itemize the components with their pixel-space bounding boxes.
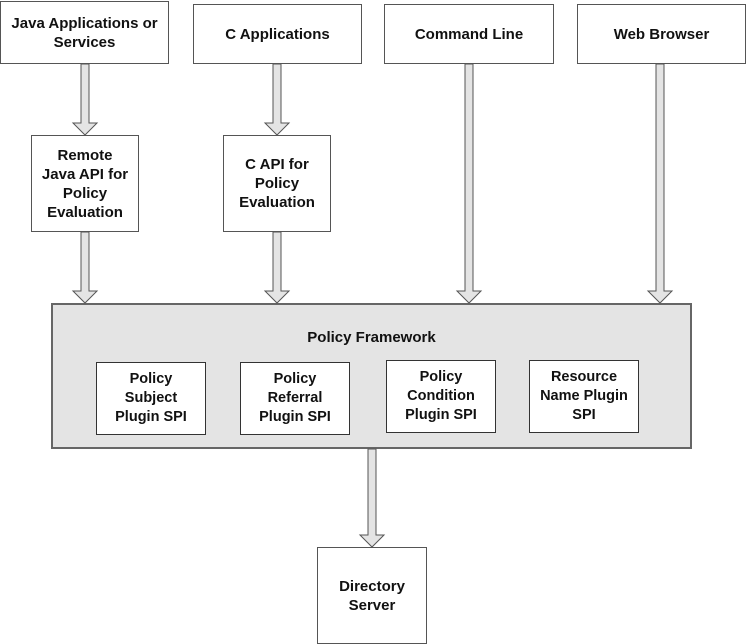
arrow-remote-java-api-to-framework [71,231,99,304]
connector-arrows [71,63,674,548]
arrow-web-browser-to-framework [646,63,674,304]
arrow-command-line-to-framework [455,63,483,304]
arrow-c-api-to-framework [263,231,291,304]
arrow-c-apps-to-c-api [263,63,291,136]
arrow-java-apps-to-remote-java-api [71,63,99,136]
arrow-framework-to-directory-server [358,448,386,548]
